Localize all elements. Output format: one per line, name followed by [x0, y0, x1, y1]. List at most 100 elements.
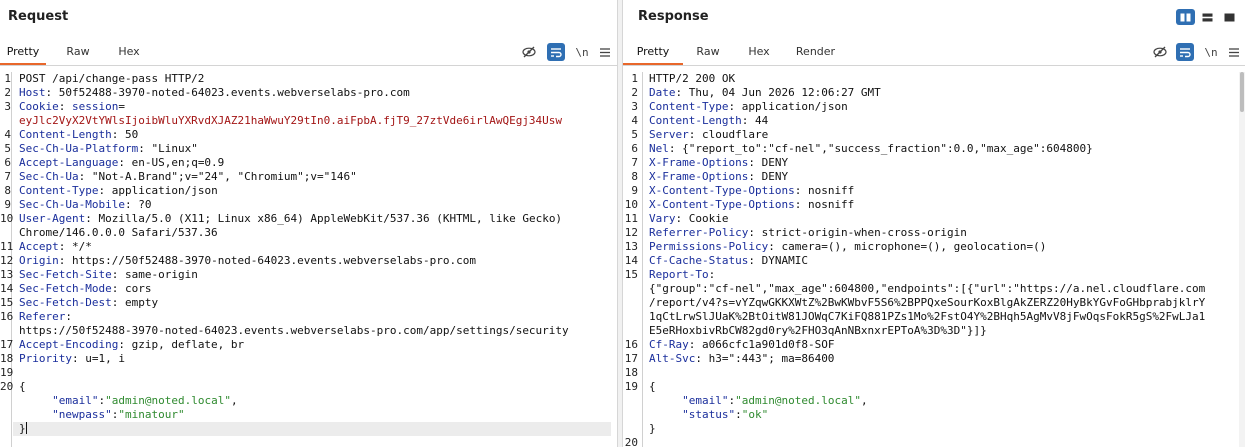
header-name: Sec-Ch-Ua — [19, 170, 79, 183]
eye-slash-icon[interactable] — [520, 43, 538, 61]
newline-toggle[interactable]: \n — [573, 43, 591, 61]
code-text: : 50f52488-3970-noted-64023.events.webve… — [45, 86, 410, 99]
code-text: : DENY — [748, 170, 789, 183]
code-line: Report-To: — [649, 268, 715, 282]
line-number: 7 — [4, 170, 11, 183]
line-number: 3 — [4, 100, 11, 113]
header-name: Accept — [19, 240, 59, 253]
header-name: User-Agent — [19, 212, 86, 225]
wrap-lines-icon[interactable] — [547, 43, 565, 61]
line-number: 12 — [624, 226, 638, 239]
header-name: Report-To — [649, 268, 709, 281]
code-text: = — [118, 100, 125, 113]
wrap-lines-icon[interactable] — [1176, 43, 1194, 61]
json-key: "newpass" — [52, 408, 112, 421]
code-text: : — [65, 310, 72, 323]
code-line: X-Content-Type-Options: nosniff — [649, 184, 854, 198]
header-name: Sec-Fetch-Mode — [19, 282, 112, 295]
header-name: X-Frame-Options — [649, 170, 749, 183]
text-caret — [25, 422, 27, 434]
code-line: Content-Length: 50 — [19, 128, 138, 142]
code-text: : cloudflare — [688, 128, 769, 141]
response-scrollbar[interactable] — [1239, 72, 1245, 447]
code-text: { — [19, 380, 26, 393]
code-text: : https://50f52488-3970-noted-64023.even… — [58, 254, 476, 267]
code-line: Sec-Ch-Ua-Platform: "Linux" — [19, 142, 198, 156]
code-line: "email":"admin@noted.local", — [19, 394, 238, 408]
code-text: : {"report_to":"cf-nel","success_fractio… — [668, 142, 1093, 155]
code-line: Host: 50f52488-3970-noted-64023.events.w… — [19, 86, 410, 100]
line-number: 6 — [631, 142, 638, 155]
response-tab-render[interactable]: Render — [788, 38, 843, 65]
code-text: : u=1, i — [71, 352, 125, 365]
code-line: Referrer-Policy: strict-origin-when-cros… — [649, 226, 967, 240]
line-number: 20 — [0, 380, 14, 393]
request-tab-pretty[interactable]: Pretty — [0, 38, 46, 65]
cursor-line-highlight — [13, 422, 611, 436]
eye-slash-icon[interactable] — [1151, 43, 1169, 61]
line-number: 20 — [624, 436, 638, 447]
hamburger-menu-icon[interactable] — [1225, 43, 1243, 61]
response-tab-hex[interactable]: Hex — [739, 38, 779, 65]
header-name: Date — [649, 86, 676, 99]
code-text: HTTP/2 200 OK — [649, 72, 736, 85]
code-line: "newpass":"minatour" — [19, 408, 184, 422]
code-text: : DYNAMIC — [748, 254, 808, 267]
code-line: Sec-Fetch-Site: same-origin — [19, 268, 198, 282]
line-number: 14 — [0, 282, 14, 295]
code-line: Sec-Ch-Ua-Mobile: ?0 — [19, 198, 151, 212]
code-text: : empty — [111, 296, 159, 309]
code-text: : */* — [58, 240, 92, 253]
stacked-rows-icon[interactable] — [1198, 9, 1217, 25]
code-line: Date: Thu, 04 Jun 2026 12:06:27 GMT — [649, 86, 881, 100]
code-line: } — [19, 422, 27, 436]
response-tab-raw[interactable]: Raw — [688, 38, 728, 65]
header-name: Referer — [19, 310, 66, 323]
line-number: 19 — [624, 380, 638, 393]
code-line: "email":"admin@noted.local", — [649, 394, 867, 408]
code-text: : 44 — [741, 114, 769, 127]
header-name: Content-Length — [19, 128, 112, 141]
response-scroll-thumb[interactable] — [1240, 72, 1244, 112]
line-number: 16 — [0, 310, 14, 323]
newline-toggle[interactable]: \n — [1202, 43, 1220, 61]
code-text: E5eRHoxbivRbCW82gd0ry%2FHO3qAnNBxnxrEPTo… — [649, 324, 987, 337]
code-text: : nosniff — [794, 198, 855, 211]
code-line: Cookie: session= — [19, 100, 125, 114]
code-text: } — [649, 422, 656, 435]
code-line: Chrome/146.0.0.0 Safari/537.36 — [19, 226, 218, 240]
line-number: 6 — [4, 156, 11, 169]
code-line: Permissions-Policy: camera=(), microphon… — [649, 240, 1046, 254]
side-by-side-icon[interactable] — [1176, 9, 1195, 25]
json-value: "ok" — [741, 408, 769, 421]
code-text: : Thu, 04 Jun 2026 12:06:27 GMT — [675, 86, 881, 99]
header-name: Accept-Encoding — [19, 338, 119, 351]
header-name: Vary — [649, 212, 676, 225]
request-tab-hex[interactable]: Hex — [106, 38, 152, 65]
code-text: , — [230, 394, 238, 407]
header-name: Permissions-Policy — [649, 240, 769, 253]
line-number: 7 — [631, 156, 638, 169]
line-number: 17 — [624, 352, 638, 365]
line-number: 13 — [624, 240, 638, 253]
code-text: https://50f52488-3970-noted-64023.events… — [19, 324, 569, 337]
code-line: Cf-Cache-Status: DYNAMIC — [649, 254, 808, 268]
response-tab-pretty[interactable]: Pretty — [623, 38, 683, 65]
code-text: : — [735, 408, 742, 421]
single-pane-icon[interactable] — [1220, 9, 1239, 25]
code-line: 1qCtLrwSlJUaK%2BtOitW81JOWqC7KiFQ881PZs1… — [649, 310, 1205, 324]
line-number: 12 — [0, 254, 14, 267]
request-tab-raw[interactable]: Raw — [55, 38, 101, 65]
code-line: Accept-Encoding: gzip, deflate, br — [19, 338, 244, 352]
response-editor[interactable]: 1 HTTP/2 200 OK 2 Date: Thu, 04 Jun 2026 12… — [623, 72, 1245, 447]
code-text: : application/json — [98, 184, 218, 197]
line-number: 9 — [631, 184, 638, 197]
line-number: 13 — [0, 268, 14, 281]
hamburger-menu-icon[interactable] — [596, 43, 614, 61]
code-line: Sec-Ch-Ua: "Not-A.Brand";v="24", "Chromi… — [19, 170, 357, 184]
code-text: : "Linux" — [138, 142, 198, 155]
request-editor[interactable]: 1 POST /api/change-pass HTTP/2 2 Host: 50f5… — [0, 72, 617, 447]
line-number: 15 — [624, 268, 638, 281]
code-text: : 50 — [111, 128, 139, 141]
